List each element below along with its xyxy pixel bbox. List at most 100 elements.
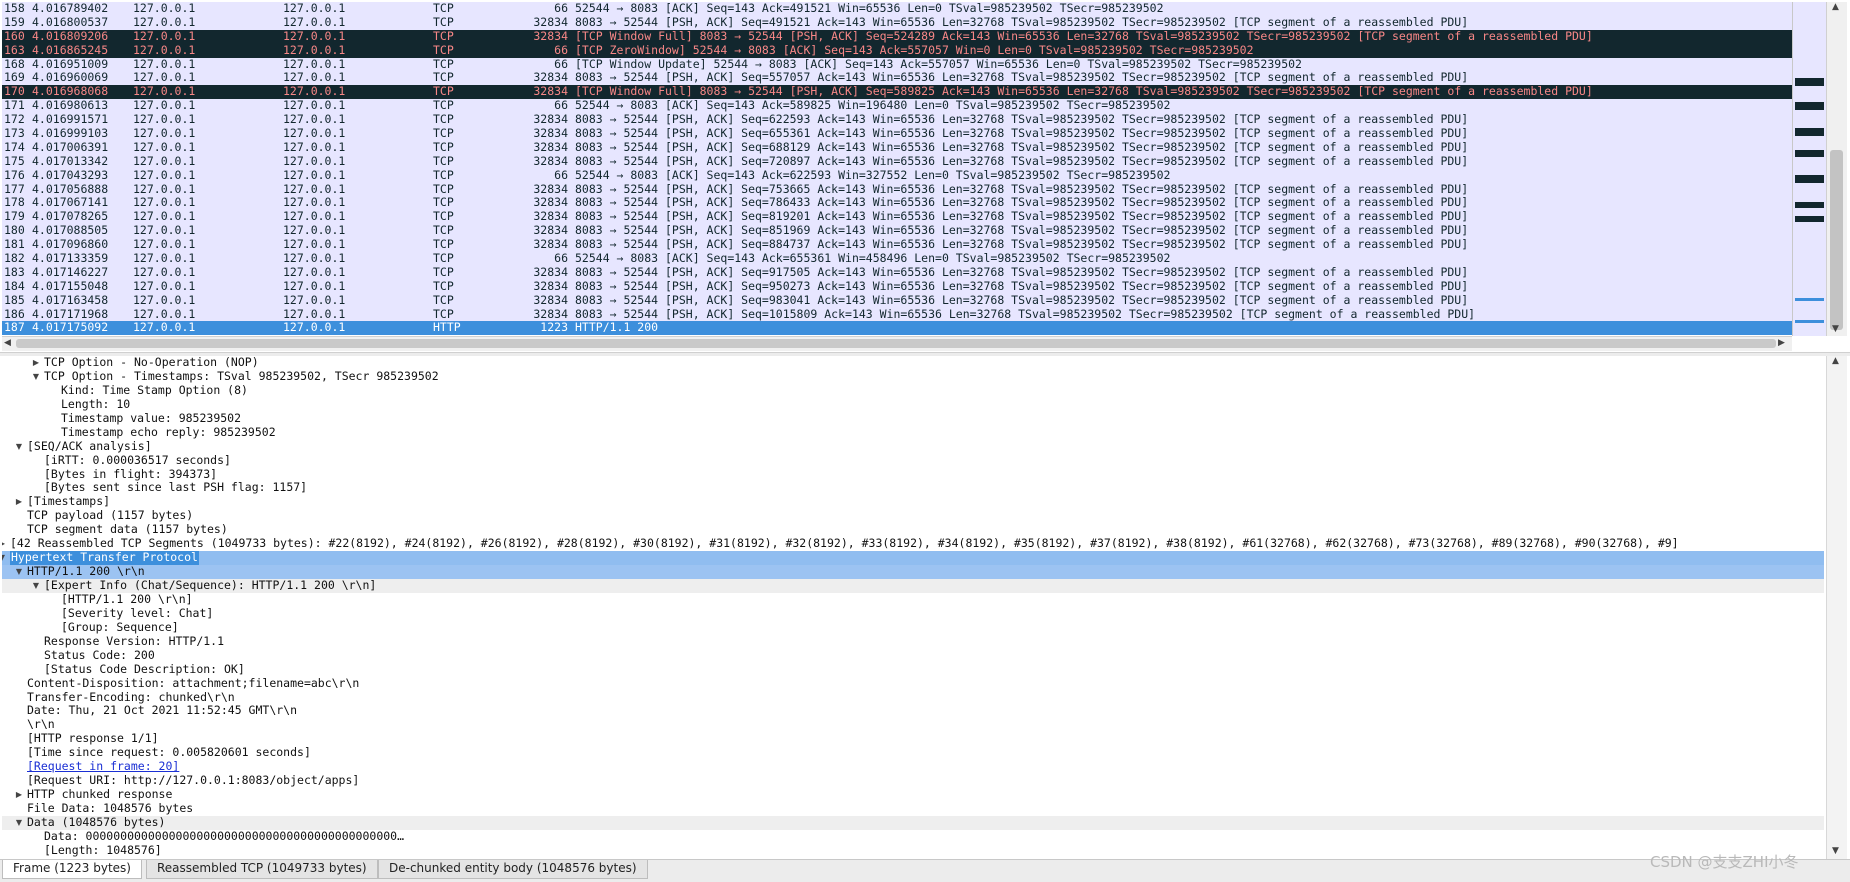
detail-row[interactable]: [Time since request: 0.005820601 seconds… [2, 745, 1824, 760]
packet-destination: 127.0.0.1 [283, 210, 346, 224]
packet-row[interactable]: 173 4.016999103 127.0.0.1 127.0.0.1 TCP 32834… [2, 127, 1792, 141]
packet-row[interactable]: 178 4.017067141 127.0.0.1 127.0.0.1 TCP 32834… [2, 196, 1792, 211]
request-frame-link[interactable]: [Request in frame: 20] [27, 759, 179, 774]
detail-row[interactable]: Content-Disposition: attachment;filename… [2, 676, 1824, 691]
packet-row[interactable]: 177 4.017056888 127.0.0.1 127.0.0.1 TCP 32834… [2, 182, 1792, 197]
triangle-right-icon[interactable]: ▶ [13, 495, 25, 509]
packet-row[interactable]: 158 4.016789402 127.0.0.1 127.0.0.1 TCP 66 525… [2, 2, 1792, 16]
packet-list-vertical-scrollbar[interactable]: ▲ ▼ [1826, 2, 1847, 336]
arrow-up-icon[interactable]: ▲ [1832, 2, 1839, 12]
detail-row[interactable]: Kind: Time Stamp Option (8) [2, 383, 1824, 398]
detail-row[interactable]: Transfer-Encoding: chunked\r\n [2, 689, 1824, 705]
arrow-up-icon[interactable]: ▲ [1832, 356, 1839, 366]
scrollbar-thumb[interactable] [16, 339, 1776, 348]
packet-info: 8083 → 52544 [PSH, ACK] Seq=655361 Ack=1… [575, 127, 1469, 141]
triangle-down-icon[interactable]: ▼ [2, 551, 8, 565]
triangle-down-icon[interactable]: ▼ [30, 579, 42, 593]
packet-minimap[interactable] [1792, 2, 1826, 336]
detail-row[interactable]: ▼Hypertext Transfer Protocol [2, 550, 1824, 566]
packet-time: 4.016865245 [32, 43, 109, 57]
packet-destination: 127.0.0.1 [283, 127, 346, 141]
detail-row[interactable]: [Severity level: Chat] [2, 606, 1824, 621]
packet-row[interactable]: 168 4.016951009 127.0.0.1 127.0.0.1 TCP 66 [TC… [2, 57, 1792, 72]
detail-row[interactable]: Status Code: 200 [2, 648, 1824, 663]
packet-row[interactable]: 160 4.016809206 127.0.0.1 127.0.0.1 TCP 32834… [2, 29, 1792, 44]
packet-row[interactable]: 175 4.017013342 127.0.0.1 127.0.0.1 TCP 32834… [2, 154, 1792, 169]
packet-row[interactable]: 174 4.017006391 127.0.0.1 127.0.0.1 TCP 32834… [2, 140, 1792, 155]
packet-details-tree[interactable]: ▶ TCP Option - No-Operation (NOP) ▼ TCP Opt… [2, 356, 1824, 859]
detail-row[interactable]: Length: 10 [2, 397, 1824, 412]
detail-row[interactable]: [Group: Sequence] [2, 620, 1824, 635]
arrow-left-icon[interactable]: ◀ [4, 338, 11, 348]
packet-row[interactable]: 180 4.017088505 127.0.0.1 127.0.0.1 TCP 32834… [2, 224, 1792, 239]
packet-row[interactable]: 179 4.017078265 127.0.0.1 127.0.0.1 TCP 32834… [2, 210, 1792, 225]
detail-row[interactable]: [Request in frame: 20] [2, 759, 1824, 774]
detail-row[interactable]: [Bytes sent since last PSH flag: 1157] [2, 480, 1824, 495]
detail-row[interactable]: [iRTT: 0.000036517 seconds] [2, 453, 1824, 468]
detail-row[interactable]: [HTTP/1.1 200 \r\n] [2, 592, 1824, 607]
detail-row[interactable]: ▼ HTTP/1.1 200 \r\n [2, 564, 1824, 579]
detail-row[interactable]: TCP payload (1157 bytes) [2, 508, 1824, 523]
packet-row-selected[interactable]: 187 4.017175092 127.0.0.1 127.0.0.1 HTTP 1223… [2, 321, 1792, 336]
packet-row[interactable]: 171 4.016980613 127.0.0.1 127.0.0.1 TCP 66 525… [2, 99, 1792, 114]
detail-row[interactable]: [Length: 1048576] [2, 843, 1824, 858]
packet-list-horizontal-scrollbar[interactable]: ◀ ▶ [2, 336, 1792, 351]
packet-row[interactable]: 185 4.017163458 127.0.0.1 127.0.0.1 TCP 32834… [2, 293, 1792, 308]
triangle-right-icon[interactable]: ▶ [2, 537, 8, 551]
packet-row[interactable]: 176 4.017043293 127.0.0.1 127.0.0.1 TCP 66 525… [2, 168, 1792, 183]
detail-row[interactable]: ▶[42 Reassembled TCP Segments (1049733 b… [2, 536, 1824, 551]
detail-row[interactable]: [Status Code Description: OK] [2, 662, 1824, 677]
tab-reassembled-tcp[interactable]: Reassembled TCP (1049733 bytes) [146, 860, 378, 879]
packet-row[interactable]: 163 4.016865245 127.0.0.1 127.0.0.1 TCP 66 [TC… [2, 43, 1792, 58]
detail-row[interactable]: Timestamp echo reply: 985239502 [2, 425, 1824, 440]
triangle-down-icon[interactable]: ▼ [13, 565, 25, 579]
packet-row[interactable]: 184 4.017155048 127.0.0.1 127.0.0.1 TCP 32834… [2, 279, 1792, 294]
arrow-right-icon[interactable]: ▶ [1778, 338, 1785, 348]
detail-row[interactable]: TCP segment data (1157 bytes) [2, 522, 1824, 537]
triangle-right-icon[interactable]: ▶ [30, 356, 42, 370]
details-vertical-scrollbar[interactable]: ▲ ▼ [1826, 356, 1847, 859]
detail-row[interactable]: ▶ HTTP chunked response [2, 787, 1824, 802]
arrow-down-icon[interactable]: ▼ [1832, 324, 1839, 334]
triangle-right-icon[interactable]: ▶ [13, 788, 25, 802]
packet-source: 127.0.0.1 [133, 127, 196, 141]
packet-row[interactable]: 159 4.016800537 127.0.0.1 127.0.0.1 TCP 32834… [2, 15, 1792, 30]
packet-row[interactable]: 169 4.016960069 127.0.0.1 127.0.0.1 TCP 32834… [2, 71, 1792, 86]
detail-row[interactable]: Timestamp value: 985239502 [2, 411, 1824, 426]
tab-frame[interactable]: Frame (1223 bytes) [2, 860, 142, 879]
detail-row[interactable]: [Bytes in flight: 394373] [2, 467, 1824, 482]
detail-row[interactable]: File Data: 1048576 bytes [2, 801, 1824, 816]
detail-row[interactable]: ▼ [Expert Info (Chat/Sequence): HTTP/1.1 … [2, 578, 1824, 593]
packet-row[interactable]: 182 4.017133359 127.0.0.1 127.0.0.1 TCP 66 525… [2, 252, 1792, 266]
packet-list[interactable]: 158 4.016789402 127.0.0.1 127.0.0.1 TCP 66 525… [2, 2, 1792, 336]
detail-row[interactable]: ▼ [SEQ/ACK analysis] [2, 439, 1824, 454]
triangle-down-icon[interactable]: ▼ [13, 440, 25, 454]
detail-row[interactable]: Response Version: HTTP/1.1 [2, 634, 1824, 649]
triangle-down-icon[interactable]: ▼ [30, 370, 42, 384]
detail-row[interactable]: [HTTP response 1/1] [2, 731, 1824, 746]
detail-row[interactable]: ▼ TCP Option - Timestamps: TSval 98523950… [2, 368, 1824, 384]
detail-row[interactable]: ▶ TCP Option - No-Operation (NOP) [2, 356, 1824, 370]
detail-row[interactable]: ▶ [Timestamps] [2, 494, 1824, 509]
packet-number: 160 [4, 29, 25, 43]
detail-row[interactable]: Date: Thu, 21 Oct 2021 11:52:45 GMT\r\n [2, 703, 1824, 718]
tab-dechunked-entity-body[interactable]: De-chunked entity body (1048576 bytes) [378, 860, 648, 879]
packet-row[interactable]: 186 4.017171968 127.0.0.1 127.0.0.1 TCP 32834… [2, 307, 1792, 322]
arrow-down-icon[interactable]: ▼ [1832, 846, 1839, 856]
packet-row[interactable]: 183 4.017146227 127.0.0.1 127.0.0.1 TCP 32834… [2, 265, 1792, 280]
detail-text: TCP Option - Timestamps: TSval 985239502… [44, 368, 439, 383]
scrollbar-thumb[interactable] [1830, 150, 1843, 330]
triangle-down-icon[interactable]: ▼ [13, 816, 25, 830]
packet-protocol: TCP [433, 293, 454, 307]
detail-row[interactable]: [Request URI: http://127.0.0.1:8083/obje… [2, 773, 1824, 788]
packet-protocol: HTTP [433, 321, 461, 335]
packet-time: 4.017146227 [32, 265, 109, 279]
detail-row[interactable]: ▼ Data (1048576 bytes) [2, 815, 1824, 830]
packet-row[interactable]: 172 4.016991571 127.0.0.1 127.0.0.1 TCP 32834… [2, 113, 1792, 128]
packet-row[interactable]: 170 4.016968068 127.0.0.1 127.0.0.1 TCP 32834… [2, 85, 1792, 100]
detail-row[interactable]: Data: 0000000000000000000000000000000000… [2, 829, 1824, 844]
detail-row[interactable]: \r\n [2, 717, 1824, 732]
packet-row[interactable]: 181 4.017096860 127.0.0.1 127.0.0.1 TCP 32834… [2, 238, 1792, 253]
detail-text: Transfer-Encoding: chunked\r\n [27, 689, 235, 704]
packet-protocol: TCP [433, 99, 454, 113]
